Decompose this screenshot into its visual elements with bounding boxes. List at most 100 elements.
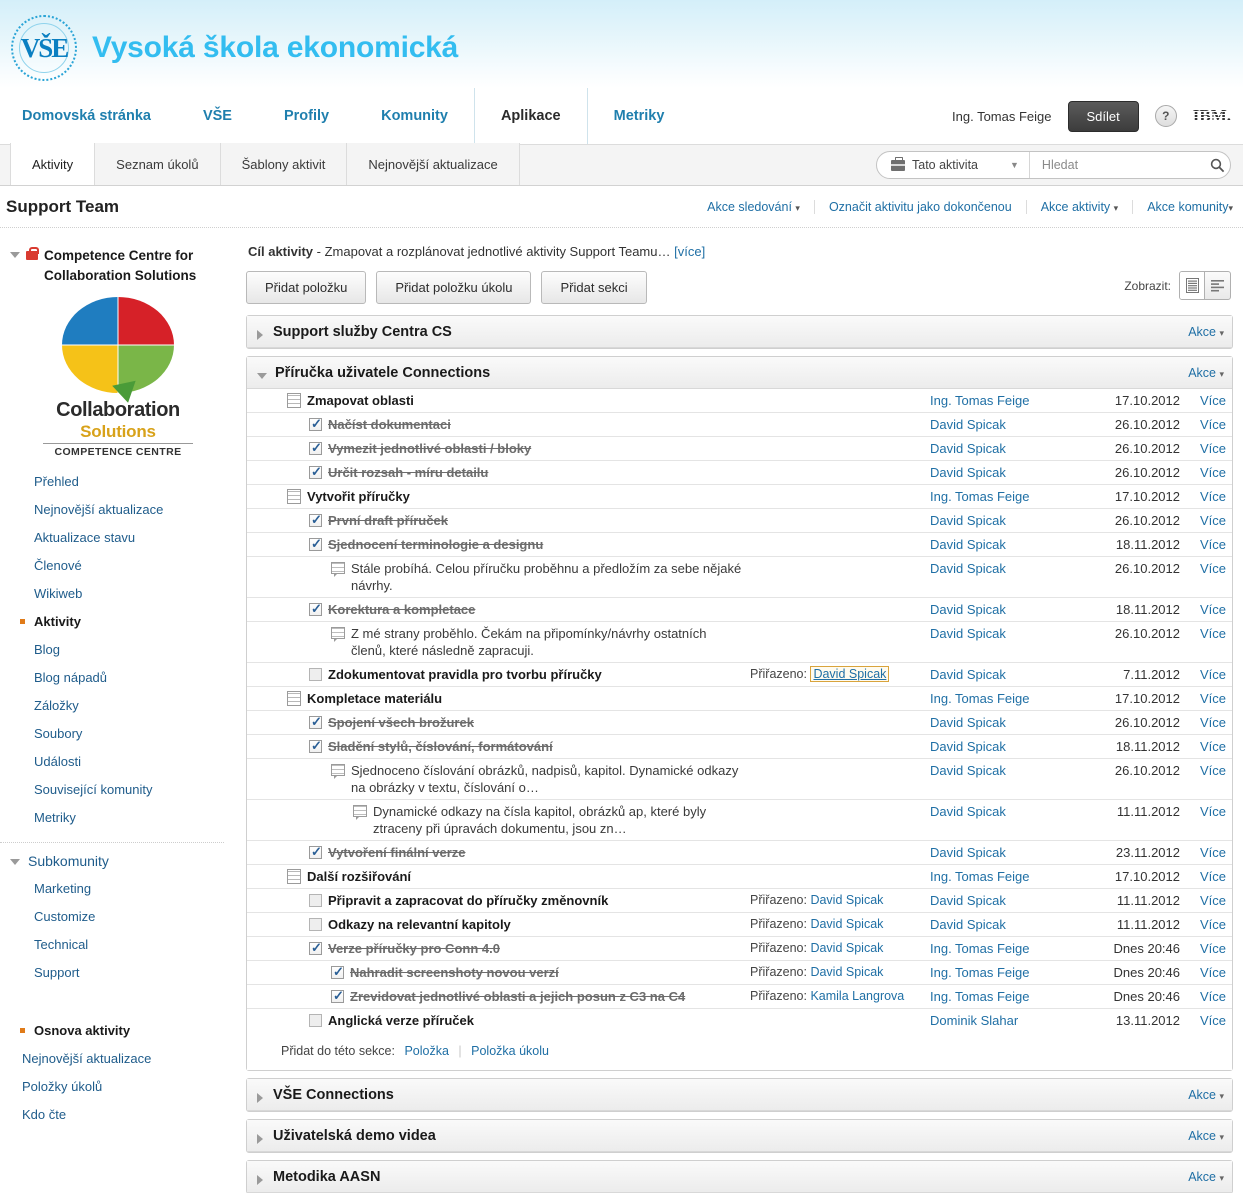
row-author[interactable]: Ing. Tomas Feige [930,690,1075,707]
row-more-link[interactable]: Více [1180,964,1232,981]
row-title[interactable]: Načíst dokumentaci [328,416,451,433]
sidebar-item-customize[interactable]: Customize [0,903,236,931]
checkbox-checked[interactable] [309,512,322,527]
checkbox-checked[interactable] [309,714,322,729]
add-item-button[interactable]: Přidat položku [246,271,367,304]
row-title[interactable]: Sjednocení terminologie a designu [328,536,543,553]
row-title[interactable]: Odkazy na relevantní kapitoly [328,916,511,933]
table-row[interactable]: Stále probíhá. Celou příručku proběhnu a… [247,557,1232,598]
search-input[interactable] [1029,157,1205,173]
assignee-link[interactable]: David Spicak [810,917,883,931]
row-author[interactable]: David Spicak [930,440,1075,457]
add-section-button[interactable]: Přidat sekci [541,271,647,304]
nav-link-metriky[interactable]: Metriky [586,88,691,144]
table-row[interactable]: Vymezit jednotlivé oblasti / bloky David … [247,437,1232,461]
sidebar-item-blog[interactable]: Blog [0,636,236,664]
row-title[interactable]: Zmapovat oblasti [307,392,414,409]
row-more-link[interactable]: Více [1180,916,1232,933]
sidebar-item-wikiweb[interactable]: Wikiweb [0,580,236,608]
tab-sablony-aktivit[interactable]: Šablony aktivit [220,143,348,185]
table-row[interactable]: Z mé strany proběhlo. Čekám na připomínk… [247,622,1232,663]
row-title[interactable]: První draft příruček [328,512,448,529]
section-actions-menu[interactable]: Akce ▾ [1188,1170,1224,1184]
row-more-link[interactable]: Více [1180,844,1232,861]
search-icon[interactable] [1205,158,1230,173]
table-row[interactable]: Načíst dokumentaci David Spicak 26.10.2012… [247,413,1232,437]
row-title[interactable]: Připravit a zapracovat do příručky změno… [328,892,608,909]
table-row[interactable]: Zdokumentovat pravidla pro tvorbu příruč… [247,663,1232,687]
checkbox-unchecked[interactable] [309,918,322,931]
row-author[interactable]: Ing. Tomas Feige [930,964,1075,981]
table-row[interactable]: Korektura a kompletace David Spicak 18.11.… [247,598,1232,622]
row-title[interactable]: Další rozšiřování [307,868,411,885]
table-row[interactable]: Verze příručky pro Conn 4.0 Přiřazeno: Da… [247,937,1232,961]
sidebar-group-subkomunity[interactable]: Subkomunity [0,851,236,871]
row-more-link[interactable]: Více [1180,536,1232,553]
sidebar-item-outline-nejnovejsi[interactable]: Nejnovější aktualizace [0,1045,236,1073]
sidebar-item-technical[interactable]: Technical [0,931,236,959]
community-name[interactable]: Competence Centre for Collaboration Solu… [44,246,220,285]
nav-link-profily[interactable]: Profily [258,88,355,144]
table-row[interactable]: První draft příruček David Spicak 26.10.20… [247,509,1232,533]
search-scope-select[interactable]: Tato aktivita ▼ [877,152,1030,178]
checkbox-checked[interactable] [309,464,322,479]
row-more-link[interactable]: Více [1180,512,1232,529]
checkbox-unchecked[interactable] [309,1014,322,1027]
table-row[interactable]: Vytvořit příručky Ing. Tomas Feige 17.10.2… [247,485,1232,509]
row-more-link[interactable]: Více [1180,690,1232,707]
row-author[interactable]: Ing. Tomas Feige [930,868,1075,885]
row-more-link[interactable]: Více [1180,714,1232,731]
row-author[interactable]: Ing. Tomas Feige [930,940,1075,957]
row-more-link[interactable]: Více [1180,868,1232,885]
section-actions-menu[interactable]: Akce ▾ [1188,325,1224,339]
row-title[interactable]: Korektura a kompletace [328,601,475,618]
section-actions-menu[interactable]: Akce ▾ [1188,1088,1224,1102]
nav-link-home[interactable]: Domovská stránka [0,88,177,144]
row-title[interactable]: Vytvořit příručky [307,488,410,505]
row-more-link[interactable]: Více [1180,560,1232,577]
table-row[interactable]: Určit rozsah - míru detailu David Spicak 2… [247,461,1232,485]
table-row[interactable]: Vytvoření finální verze David Spicak 23.11… [247,841,1232,865]
section-header[interactable]: Metodika AASN Akce ▾ [247,1161,1232,1193]
row-more-link[interactable]: Více [1180,803,1232,820]
row-title[interactable]: Anglická verze příruček [328,1012,474,1029]
sidebar-item-nejnovejsi-aktualizace[interactable]: Nejnovější aktualizace [0,496,236,524]
nav-link-aplikace[interactable]: Aplikace [473,88,587,144]
view-detail-icon[interactable] [1205,272,1230,299]
sidebar-item-marketing[interactable]: Marketing [0,875,236,903]
checkbox-checked[interactable] [309,940,322,955]
add-todo-button[interactable]: Přidat položku úkolu [376,271,532,304]
chevron-right-icon[interactable] [257,1174,265,1185]
row-title[interactable]: Zdokumentovat pravidla pro tvorbu příruč… [328,666,602,683]
row-more-link[interactable]: Více [1180,892,1232,909]
checkbox-checked[interactable] [309,844,322,859]
chevron-right-icon[interactable] [257,1092,265,1103]
checkbox-checked[interactable] [309,536,322,551]
section-header[interactable]: Support služby Centra CS Akce ▾ [247,316,1232,348]
row-author[interactable]: David Spicak [930,416,1075,433]
tab-nejnovejsi-aktualizace[interactable]: Nejnovější aktualizace [347,143,520,185]
section-actions-menu[interactable]: Akce ▾ [1188,1129,1224,1143]
sidebar-item-soubory[interactable]: Soubory [0,720,236,748]
table-row[interactable]: Sjednocení terminologie a designu David S… [247,533,1232,557]
section-header[interactable]: VŠE Connections Akce ▾ [247,1079,1232,1111]
sidebar-item-aktualizace-stavu[interactable]: Aktualizace stavu [0,524,236,552]
table-row[interactable]: Sladění stylů, číslování, formátování Dav… [247,735,1232,759]
assignee-link[interactable]: David Spicak [810,941,883,955]
sidebar-item-support[interactable]: Support [0,959,236,987]
row-author[interactable]: David Spicak [930,714,1075,731]
row-more-link[interactable]: Více [1180,666,1232,683]
chevron-down-icon[interactable] [10,252,20,258]
row-title[interactable]: Určit rozsah - míru detailu [328,464,488,481]
row-author[interactable]: David Spicak [930,892,1075,909]
row-author[interactable]: David Spicak [930,601,1075,618]
assignee-link[interactable]: Kamila Langrova [810,989,904,1003]
row-more-link[interactable]: Více [1180,392,1232,409]
row-more-link[interactable]: Více [1180,940,1232,957]
row-title[interactable]: Zrevidovat jednotlivé oblasti a jejich p… [350,988,685,1005]
row-more-link[interactable]: Více [1180,762,1232,779]
row-title[interactable]: Spojení všech brožurek [328,714,474,731]
action-akce-sledovani[interactable]: Akce sledování ▾ [693,200,815,214]
row-author[interactable]: David Spicak [930,803,1075,820]
row-title[interactable]: Verze příručky pro Conn 4.0 [328,940,500,957]
